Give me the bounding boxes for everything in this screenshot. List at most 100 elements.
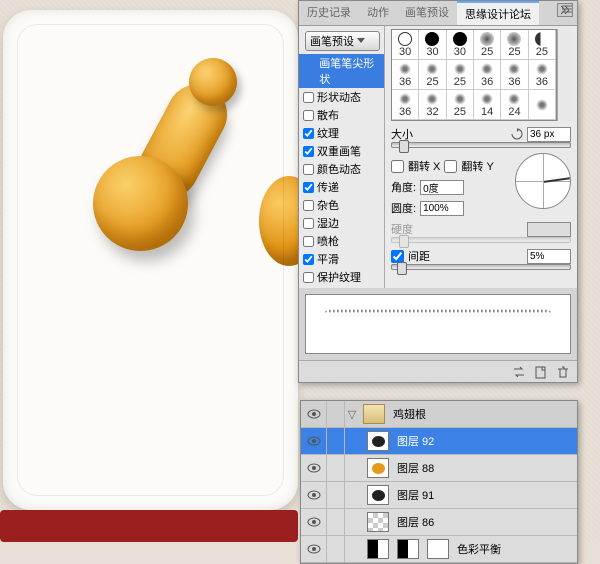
brush-tip-cell[interactable]: 14 — [474, 90, 501, 120]
brush-option-2[interactable]: 散布 — [299, 106, 384, 124]
brush-option-10[interactable]: 平滑 — [299, 250, 384, 268]
delete-brush-button[interactable] — [555, 364, 571, 380]
brush-tip-cell[interactable]: 30 — [447, 30, 474, 60]
visibility-toggle[interactable] — [301, 455, 327, 481]
visibility-toggle[interactable] — [301, 509, 327, 535]
layer-row[interactable]: 色彩平衡 — [301, 536, 577, 563]
layer-name[interactable]: 图层 91 — [397, 487, 434, 503]
brush-tip-grid[interactable]: 3030302525253625253636363632251424 — [391, 29, 557, 121]
brush-tip-cell[interactable]: 30 — [392, 30, 419, 60]
angle-label: 角度: — [391, 179, 416, 195]
plate — [3, 10, 298, 510]
group-name[interactable]: 鸡翅根 — [393, 406, 426, 422]
visibility-toggle[interactable] — [301, 401, 327, 427]
roundness-input[interactable] — [420, 201, 464, 216]
brush-option-checkbox[interactable] — [303, 92, 314, 103]
folder-thumbnail — [363, 404, 385, 424]
layer-thumbnail[interactable] — [367, 458, 389, 478]
brush-option-9[interactable]: 喷枪 — [299, 232, 384, 250]
layer-row[interactable]: 图层 88 — [301, 455, 577, 482]
brush-tip-cell[interactable]: 36 — [501, 60, 528, 90]
tab-history[interactable]: 历史记录 — [299, 1, 359, 25]
layer-row[interactable]: 图层 91 — [301, 482, 577, 509]
new-brush-button[interactable] — [533, 364, 549, 380]
brush-option-6[interactable]: 传递 — [299, 178, 384, 196]
brush-option-label: 形状动态 — [317, 89, 361, 105]
eye-icon — [307, 544, 321, 554]
brush-option-checkbox[interactable] — [303, 254, 314, 265]
brush-tip-cell[interactable]: 36 — [529, 60, 556, 90]
brush-option-checkbox[interactable] — [303, 128, 314, 139]
brush-option-8[interactable]: 湿边 — [299, 214, 384, 232]
layer-name[interactable]: 图层 92 — [397, 433, 434, 449]
layer-name[interactable]: 色彩平衡 — [457, 541, 501, 557]
brush-option-label: 画笔笔尖形状 — [319, 55, 382, 87]
trash-icon — [556, 365, 570, 379]
visibility-toggle[interactable] — [301, 428, 327, 454]
brush-tip-cell[interactable]: 32 — [419, 90, 446, 120]
layer-name[interactable]: 图层 88 — [397, 460, 434, 476]
chevron-down-icon — [357, 38, 365, 44]
brush-option-checkbox[interactable] — [303, 164, 314, 175]
brush-option-4[interactable]: 双重画笔 — [299, 142, 384, 160]
layer-thumbnail[interactable] — [367, 512, 389, 532]
layer-row[interactable]: 图层 86 — [301, 509, 577, 536]
toggle-preview-button[interactable] — [511, 364, 527, 380]
brush-option-11[interactable]: 保护纹理 — [299, 268, 384, 286]
disclosure-triangle[interactable]: ▽ — [345, 408, 359, 421]
brush-option-checkbox[interactable] — [303, 272, 314, 283]
flip-y-checkbox[interactable] — [444, 160, 457, 173]
layer-group-row[interactable]: ▽ 鸡翅根 — [301, 401, 577, 428]
brush-tip-cell[interactable]: 25 — [447, 60, 474, 90]
adjustment-icon — [367, 539, 389, 559]
brush-option-7[interactable]: 杂色 — [299, 196, 384, 214]
tab-actions[interactable]: 动作 — [359, 1, 397, 25]
brush-option-checkbox[interactable] — [303, 182, 314, 193]
brush-tip-cell[interactable]: 30 — [419, 30, 446, 60]
brush-grid-scrollbar[interactable] — [557, 29, 571, 121]
brush-tip-cell[interactable]: 36 — [392, 60, 419, 90]
spacing-input[interactable] — [527, 249, 571, 264]
spacing-checkbox[interactable] — [391, 250, 404, 263]
brush-tip-cell[interactable]: 25 — [474, 30, 501, 60]
brush-option-label: 平滑 — [317, 251, 339, 267]
layer-name[interactable]: 图层 86 — [397, 514, 434, 530]
layer-thumbnail[interactable] — [367, 431, 389, 451]
brush-option-3[interactable]: 纹理 — [299, 124, 384, 142]
tab-brush-presets[interactable]: 画笔预设 — [397, 1, 457, 25]
brush-tip-cell[interactable]: 24 — [501, 90, 528, 120]
brush-option-5[interactable]: 颜色动态 — [299, 160, 384, 178]
size-slider[interactable] — [391, 142, 571, 148]
flip-x-checkbox[interactable] — [391, 160, 404, 173]
brush-option-checkbox[interactable] — [303, 146, 314, 157]
brush-tip-cell[interactable] — [529, 90, 556, 120]
brush-preset-label: 画笔预设 — [310, 33, 354, 49]
angle-input[interactable] — [420, 180, 464, 195]
brush-option-1[interactable]: 形状动态 — [299, 88, 384, 106]
brush-preset-button[interactable]: 画笔预设 — [305, 31, 380, 51]
brush-option-checkbox[interactable] — [303, 110, 314, 121]
panel-menu-button[interactable] — [561, 4, 574, 15]
brush-tip-cell[interactable]: 25 — [501, 30, 528, 60]
size-input[interactable] — [527, 127, 571, 142]
brush-tip-cell[interactable]: 25 — [419, 60, 446, 90]
brush-option-checkbox[interactable] — [303, 200, 314, 211]
layer-thumbnail[interactable] — [367, 485, 389, 505]
brush-tip-cell[interactable]: 25 — [447, 90, 474, 120]
brush-tip-cell[interactable]: 36 — [474, 60, 501, 90]
visibility-toggle[interactable] — [301, 482, 327, 508]
visibility-toggle[interactable] — [301, 536, 327, 562]
spacing-slider[interactable] — [391, 264, 571, 270]
layer-mask-thumbnail[interactable] — [427, 539, 449, 559]
brush-option-checkbox[interactable] — [303, 218, 314, 229]
brush-option-0[interactable]: 画笔笔尖形状 — [299, 54, 384, 88]
swap-icon — [512, 365, 526, 379]
layer-row[interactable]: 图层 92 — [301, 428, 577, 455]
layer-thumbnail[interactable] — [397, 539, 419, 559]
brush-tip-cell[interactable]: 36 — [392, 90, 419, 120]
brush-option-checkbox[interactable] — [303, 236, 314, 247]
brush-tip-cell[interactable]: 25 — [529, 30, 556, 60]
tab-siyan-forum[interactable]: 思缘设计论坛 — [457, 1, 539, 25]
reset-icon[interactable] — [511, 128, 523, 140]
angle-compass[interactable] — [515, 153, 571, 209]
